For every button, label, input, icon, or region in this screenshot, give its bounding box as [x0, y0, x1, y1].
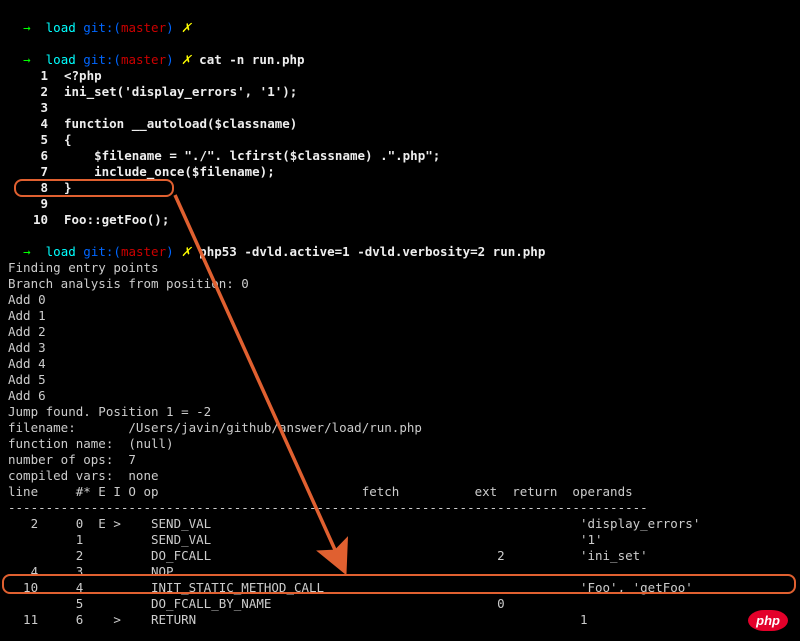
- source-text: include_once($filename);: [64, 164, 275, 179]
- prompt-arrow: →: [23, 244, 31, 259]
- prompt-line-1: → load git:(master) ✗: [8, 4, 792, 36]
- prompt-x: ✗: [181, 52, 191, 67]
- source-text: <?php: [64, 68, 102, 83]
- prompt-line-3[interactable]: → load git:(master) ✗ php53 -dvld.active…: [8, 228, 792, 260]
- source-text: $filename = "./". lcfirst($classname) ."…: [64, 148, 440, 163]
- command-text: php53 -dvld.active=1 -dvld.verbosity=2 r…: [199, 244, 545, 259]
- output-line: compiled vars: none: [8, 468, 792, 484]
- output-line: Jump found. Position 1 = -2: [8, 404, 792, 420]
- command-text: cat -n run.php: [199, 52, 304, 67]
- opcode-divider: ----------------------------------------…: [8, 500, 792, 516]
- line-number: 10: [8, 212, 48, 228]
- output-line: Add 3: [8, 340, 792, 356]
- prompt-git-close: ): [166, 20, 174, 35]
- source-text: Foo::getFoo();: [64, 212, 169, 227]
- line-number: 2: [8, 84, 48, 100]
- opcode-header: line #* E I O op fetch ext return operan…: [8, 484, 792, 500]
- source-text: {: [64, 132, 72, 147]
- prompt-load: load: [46, 20, 76, 35]
- prompt-git: git:(: [83, 244, 121, 259]
- opcode-row: 11 6 > RETURN 1: [8, 612, 792, 628]
- opcode-row: 4 3 NOP: [8, 564, 792, 580]
- prompt-arrow: →: [23, 52, 31, 67]
- prompt-branch: master: [121, 52, 166, 67]
- output-line: Add 5: [8, 372, 792, 388]
- output-line: Add 0: [8, 292, 792, 308]
- line-number: 5: [8, 132, 48, 148]
- source-line: 8}: [8, 180, 792, 196]
- line-number: 3: [8, 100, 48, 116]
- output-line: Add 4: [8, 356, 792, 372]
- source-line: 3: [8, 100, 792, 116]
- opcode-row: 1 SEND_VAL '1': [8, 532, 792, 548]
- line-number: 1: [8, 68, 48, 84]
- source-line: 1 <?php: [8, 68, 792, 84]
- line-number: 8: [8, 180, 48, 196]
- line-number: 6: [8, 148, 48, 164]
- line-number: 9: [8, 196, 48, 212]
- opcode-row: 10 4 INIT_STATIC_METHOD_CALL 'Foo', 'get…: [8, 580, 792, 596]
- source-text: function __autoload($classname): [64, 116, 297, 131]
- output-listing: Finding entry pointsBranch analysis from…: [8, 260, 792, 484]
- output-line: number of ops: 7: [8, 452, 792, 468]
- prompt-git-close: ): [166, 244, 174, 259]
- prompt-branch: master: [121, 244, 166, 259]
- source-line: 10 Foo::getFoo();: [8, 212, 792, 228]
- prompt-x: ✗: [181, 20, 191, 35]
- prompt-git-close: ): [166, 52, 174, 67]
- prompt-load: load: [46, 244, 76, 259]
- opcode-row: 5 DO_FCALL_BY_NAME 0: [8, 596, 792, 612]
- source-text: }: [64, 180, 72, 195]
- prompt-git: git:(: [83, 52, 121, 67]
- opcode-row: 2 0 E > SEND_VAL 'display_errors': [8, 516, 792, 532]
- output-line: Branch analysis from position: 0: [8, 276, 792, 292]
- source-text: ini_set('display_errors', '1');: [64, 84, 297, 99]
- php-badge: php: [748, 610, 788, 631]
- source-line: 7 include_once($filename);: [8, 164, 792, 180]
- prompt-branch: master: [121, 20, 166, 35]
- prompt-x: ✗: [181, 244, 191, 259]
- output-line: Add 1: [8, 308, 792, 324]
- prompt-line-2[interactable]: → load git:(master) ✗ cat -n run.php: [8, 36, 792, 68]
- source-line: 4 function __autoload($classname): [8, 116, 792, 132]
- source-line: 2 ini_set('display_errors', '1');: [8, 84, 792, 100]
- output-line: function name: (null): [8, 436, 792, 452]
- output-line: Finding entry points: [8, 260, 792, 276]
- source-line: 9: [8, 196, 792, 212]
- output-line: Add 6: [8, 388, 792, 404]
- source-line: 5{: [8, 132, 792, 148]
- prompt-load: load: [46, 52, 76, 67]
- prompt-git: git:(: [83, 20, 121, 35]
- source-line: 6 $filename = "./". lcfirst($classname) …: [8, 148, 792, 164]
- line-number: 4: [8, 116, 48, 132]
- prompt-arrow: →: [23, 20, 31, 35]
- output-line: filename: /Users/javin/github/answer/loa…: [8, 420, 792, 436]
- opcode-row: 2 DO_FCALL 2 'ini_set': [8, 548, 792, 564]
- line-number: 7: [8, 164, 48, 180]
- output-line: Add 2: [8, 324, 792, 340]
- opcode-listing: 2 0 E > SEND_VAL 'display_errors' 1 SEND…: [8, 516, 792, 628]
- source-listing: 1 <?php 2 ini_set('display_errors', '1'); 34…: [8, 68, 792, 228]
